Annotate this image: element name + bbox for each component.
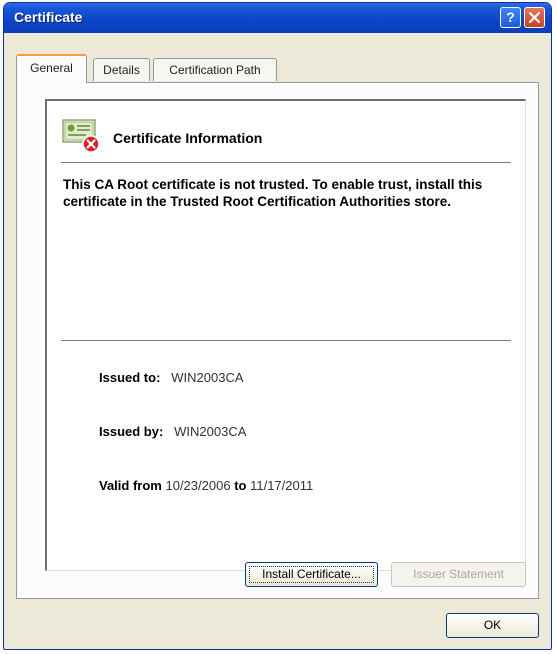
- issued-to-label: Issued to:: [99, 370, 161, 385]
- issuer-statement-button[interactable]: Issuer Statement: [391, 562, 526, 587]
- title-bar[interactable]: Certificate ?: [4, 3, 551, 33]
- issuer-statement-label: Issuer Statement: [413, 567, 504, 581]
- close-icon: [529, 12, 540, 23]
- issued-by-label: Issued by:: [99, 424, 164, 439]
- ok-label: OK: [483, 618, 502, 632]
- install-certificate-button[interactable]: Install Certificate...: [245, 562, 378, 587]
- issued-to-row: Issued to: WIN2003CA: [99, 370, 244, 385]
- tab-general[interactable]: General: [16, 54, 87, 83]
- valid-from-label: Valid from: [99, 478, 162, 493]
- tab-details[interactable]: Details: [93, 58, 150, 81]
- help-icon: ?: [506, 9, 515, 25]
- certificate-info-box: Certificate Information This CA Root cer…: [45, 99, 526, 571]
- validity-row: Valid from 10/23/2006 to 11/17/2011: [99, 478, 313, 493]
- tab-certification-path[interactable]: Certification Path: [153, 58, 277, 81]
- details-divider: [61, 340, 511, 341]
- certificate-info-title: Certificate Information: [113, 130, 263, 146]
- valid-to-value: 11/17/2011: [250, 478, 314, 493]
- general-tab-panel: Certificate Information This CA Root cer…: [16, 82, 539, 599]
- valid-to-label: to: [234, 478, 247, 493]
- issued-to-value: WIN2003CA: [171, 370, 244, 385]
- header-divider: [61, 162, 511, 163]
- install-certificate-label: Install Certificate...: [262, 567, 361, 581]
- close-button[interactable]: [524, 7, 545, 28]
- window-title: Certificate: [14, 9, 83, 25]
- certificate-error-icon: [62, 119, 100, 153]
- certificate-dialog: Certificate ? General Details Certificat…: [3, 2, 552, 650]
- issued-by-value: WIN2003CA: [174, 424, 247, 439]
- help-button[interactable]: ?: [500, 7, 521, 28]
- valid-from-value: 10/23/2006: [165, 478, 231, 493]
- issued-by-row: Issued by: WIN2003CA: [99, 424, 246, 439]
- trust-warning-message: This CA Root certificate is not trusted.…: [63, 177, 483, 209]
- ok-button[interactable]: OK: [446, 613, 539, 638]
